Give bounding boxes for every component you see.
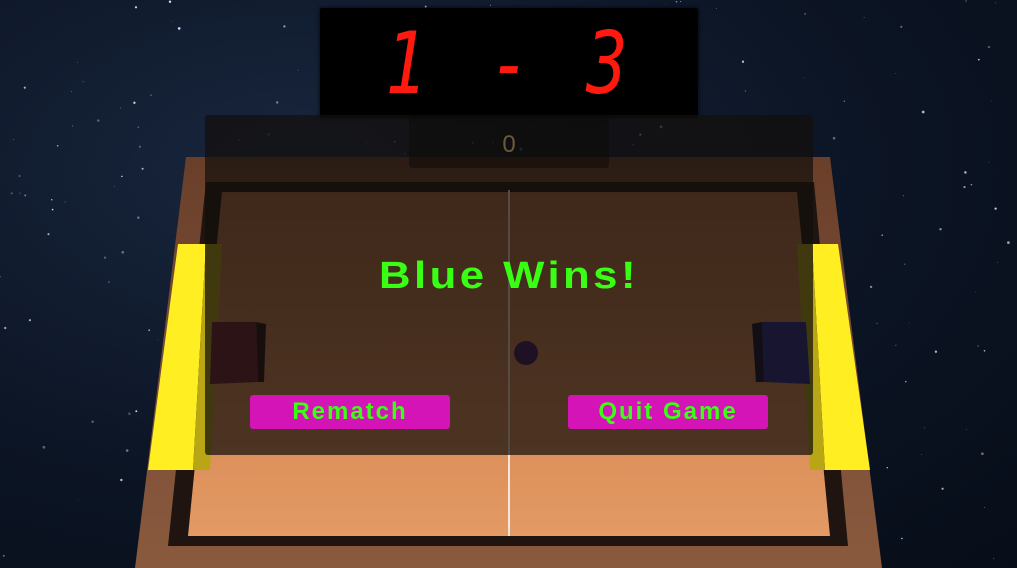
timer-display: 0	[502, 131, 516, 158]
score-separator: -	[489, 14, 531, 114]
game-scene: 1 - 3 0 Blue Wins! Rematch Quit Game	[0, 0, 1017, 568]
blue-score: 3	[586, 14, 628, 114]
quit-game-button[interactable]: Quit Game	[568, 395, 768, 429]
winner-message: Blue Wins!	[379, 255, 639, 297]
game-over-panel: 0 Blue Wins! Rematch Quit Game	[205, 115, 813, 455]
timer-box: 0	[409, 115, 609, 168]
rematch-button[interactable]: Rematch	[250, 395, 450, 429]
scoreboard: 1 - 3	[320, 8, 698, 118]
red-score: 1	[385, 14, 427, 114]
